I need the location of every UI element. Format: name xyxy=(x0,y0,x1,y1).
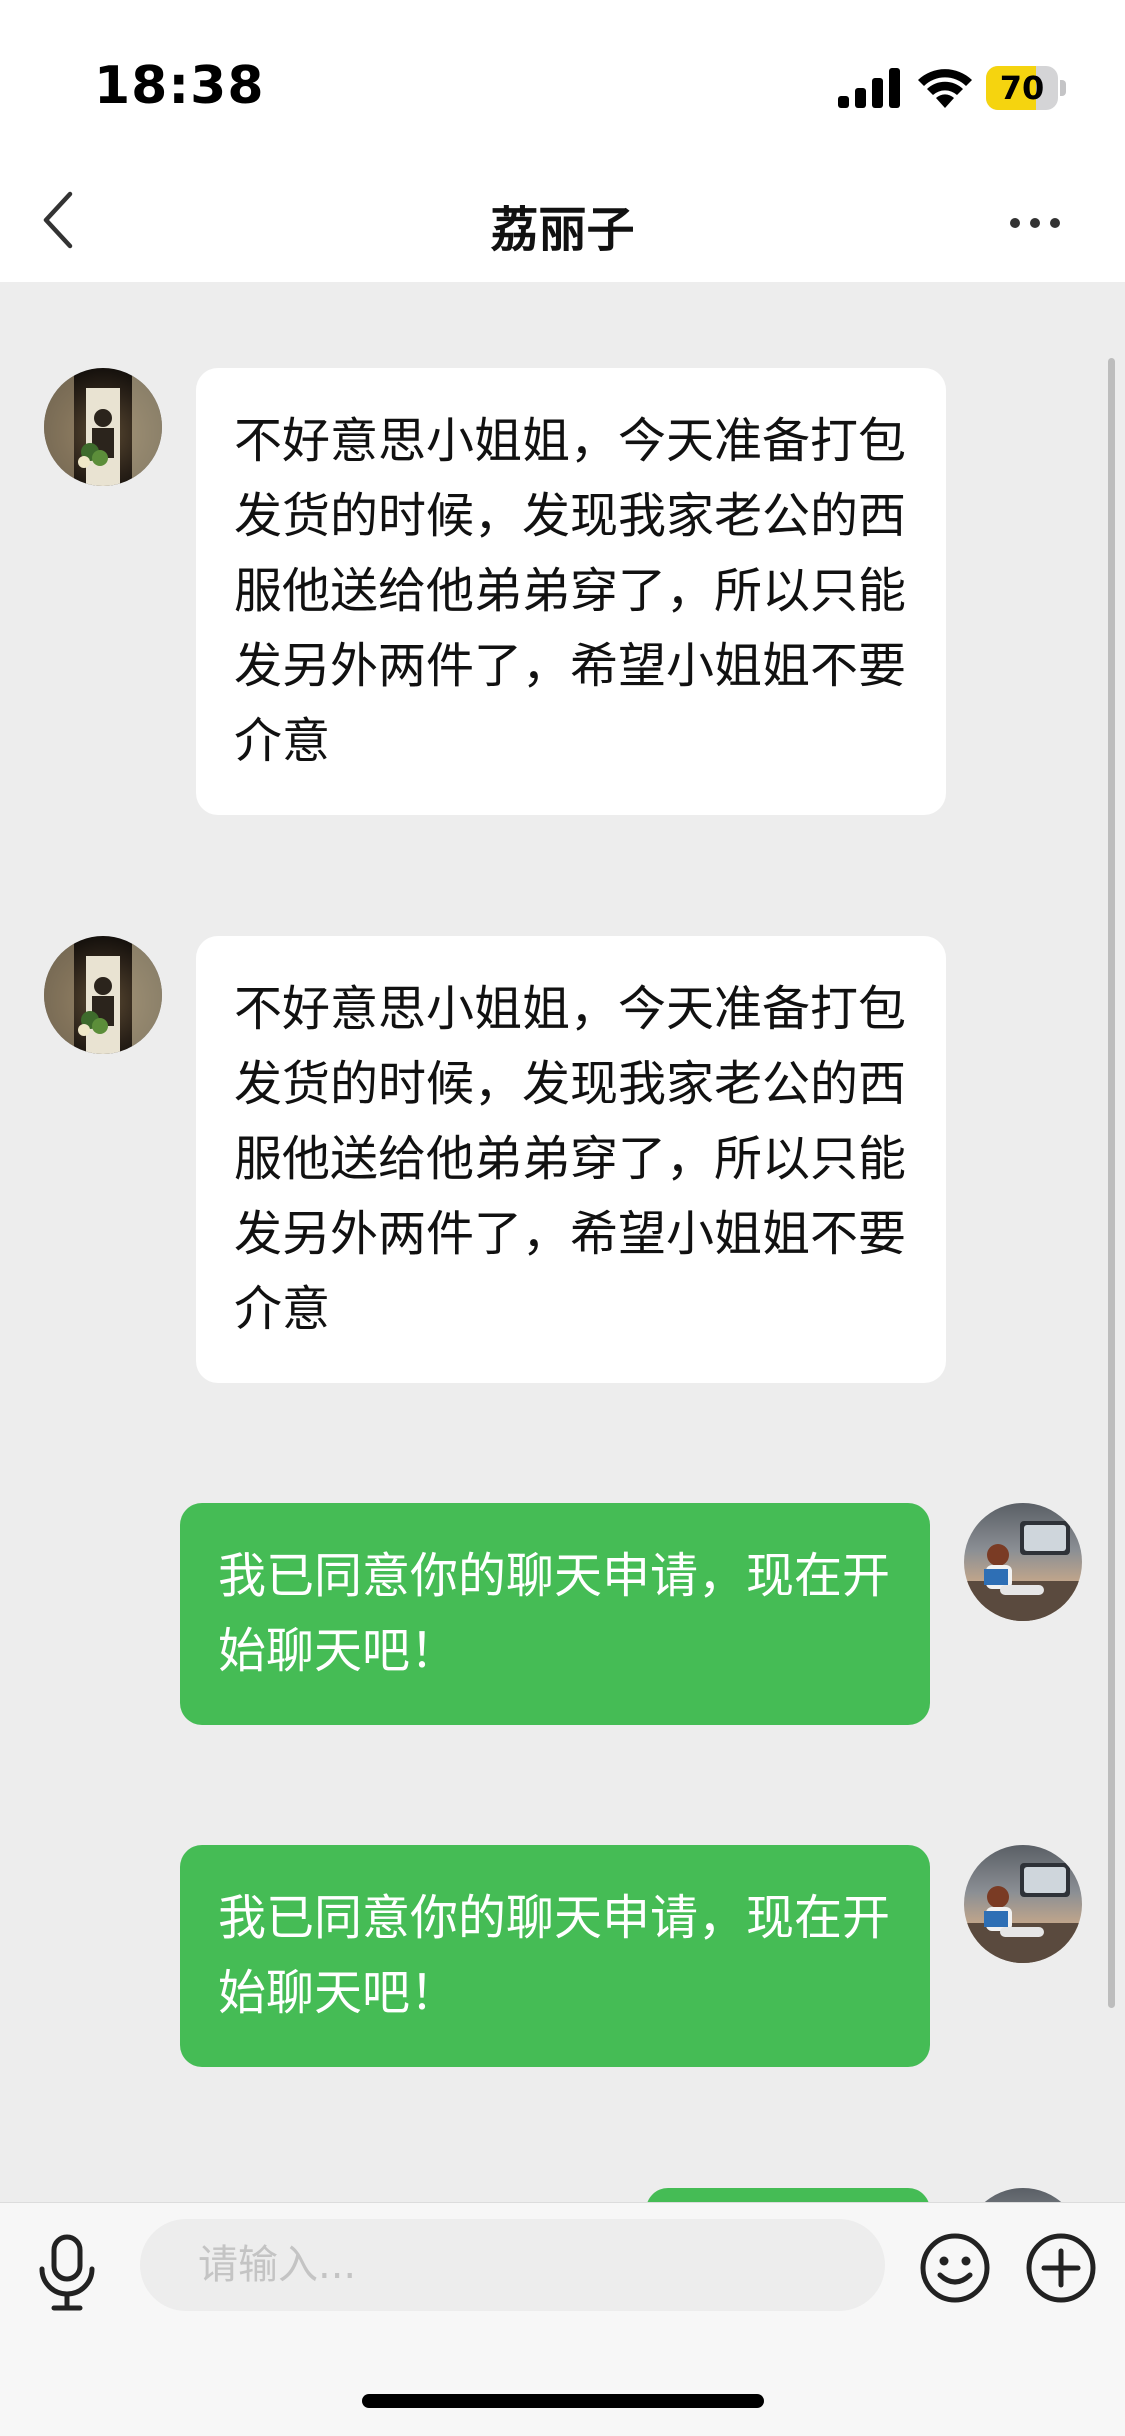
message-bubble-outgoing[interactable]: 我已同意你的聊天申请，现在开始聊天吧！ xyxy=(180,1845,930,2067)
message-bubble-incoming[interactable]: 不好意思小姐姐，今天准备打包发货的时候，发现我家老公的西服他送给他弟弟穿了，所以… xyxy=(196,368,946,815)
voice-input-button[interactable] xyxy=(32,2233,102,2313)
friend-avatar-image-icon xyxy=(44,368,162,486)
battery-body: 70 xyxy=(986,66,1058,110)
friend-avatar[interactable] xyxy=(44,368,162,486)
chat-header: 荔丽子 xyxy=(0,160,1125,282)
self-avatar[interactable] xyxy=(964,1503,1082,1621)
message-bubble-outgoing[interactable] xyxy=(646,2188,930,2202)
self-avatar-image-icon xyxy=(964,1521,1082,1621)
emoji-button[interactable] xyxy=(918,2231,992,2305)
status-time: 18:38 xyxy=(94,56,265,116)
scrollbar[interactable] xyxy=(1108,358,1115,2008)
status-bar: 18:38 70 xyxy=(0,0,1125,160)
home-indicator[interactable] xyxy=(362,2394,764,2408)
self-avatar-image-icon xyxy=(964,1863,1082,1963)
more-options-button[interactable] xyxy=(1005,198,1065,248)
message-input[interactable] xyxy=(140,2219,885,2311)
self-avatar[interactable] xyxy=(964,2188,1082,2202)
battery-charging-icon: 70 xyxy=(986,66,1066,110)
friend-avatar-image-icon xyxy=(44,936,162,1054)
message-bubble-outgoing[interactable]: 我已同意你的聊天申请，现在开始聊天吧！ xyxy=(180,1503,930,1725)
battery-cap xyxy=(1060,80,1066,96)
message-bubble-incoming[interactable]: 不好意思小姐姐，今天准备打包发货的时候，发现我家老公的西服他送给他弟弟穿了，所以… xyxy=(196,936,946,1383)
more-actions-button[interactable] xyxy=(1024,2231,1098,2305)
self-avatar-image-icon xyxy=(964,2188,1082,2202)
battery-level: 70 xyxy=(999,69,1045,107)
message-list[interactable]: 不好意思小姐姐，今天准备打包发货的时候，发现我家老公的西服他送给他弟弟穿了，所以… xyxy=(0,282,1125,2202)
cellular-signal-icon xyxy=(838,68,900,108)
wifi-icon xyxy=(918,69,972,108)
self-avatar[interactable] xyxy=(964,1845,1082,1963)
chat-title: 荔丽子 xyxy=(490,202,635,258)
friend-avatar[interactable] xyxy=(44,936,162,1054)
